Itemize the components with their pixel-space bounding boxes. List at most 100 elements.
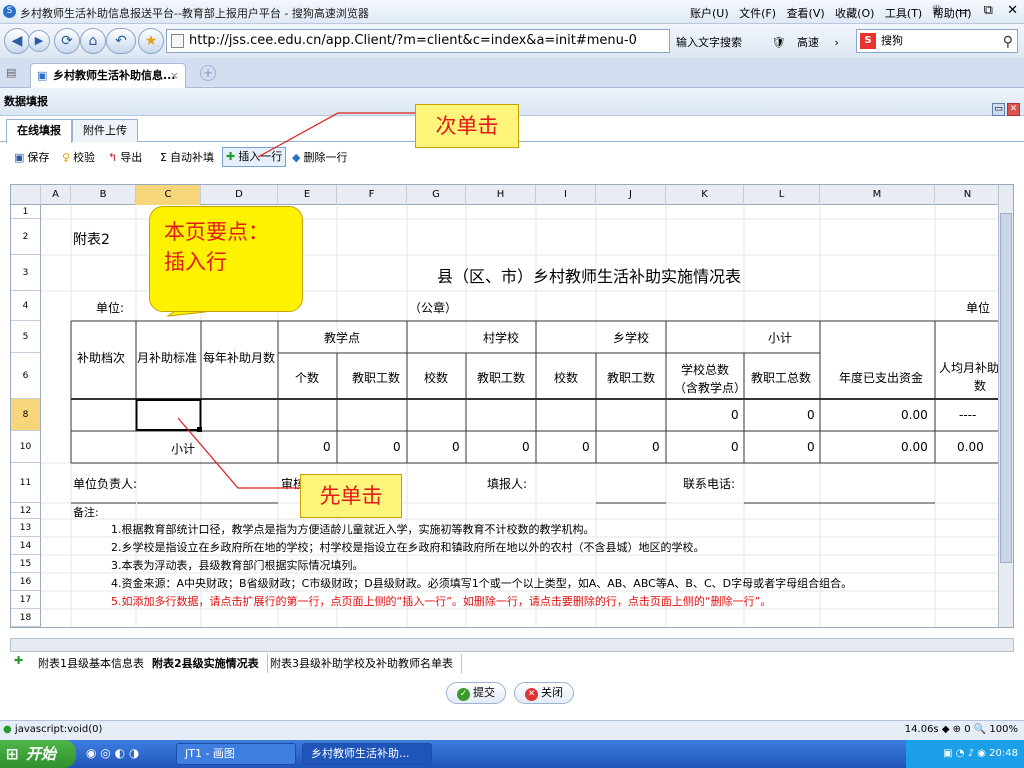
row-header-16[interactable]: 16 [11, 573, 41, 591]
menu-view[interactable]: 查看(V) [787, 7, 825, 20]
minimize-icon[interactable]: — [957, 3, 970, 18]
browser-tab-active[interactable]: ▣ 乡村教师生活补助信息... × [30, 63, 186, 88]
refresh-icon[interactable]: ⟳ [54, 28, 80, 54]
tab-attachment-upload[interactable]: 附件上传 [72, 119, 138, 142]
row-header-18[interactable]: 18 [11, 609, 41, 627]
col-header-b[interactable]: B [71, 185, 136, 205]
hdr-town-school: 乡学校 [613, 331, 650, 345]
menu-favorites[interactable]: 收藏(O) [835, 7, 874, 20]
row-header-2[interactable]: 2 [11, 219, 41, 255]
delete-icon: ◆ [292, 151, 301, 164]
col-header-k[interactable]: K [666, 185, 744, 205]
horizontal-scrollbar[interactable] [10, 638, 1014, 652]
submit-button[interactable]: ✓ 提交 [446, 682, 506, 704]
hdr-yearly-months: 每年补助月数 [203, 351, 276, 365]
tab-online-entry[interactable]: 在线填报 [6, 119, 72, 143]
row-header-4[interactable]: 4 [11, 291, 41, 321]
col-header-d[interactable]: D [201, 185, 278, 205]
r10-h: 0 [522, 440, 530, 454]
col-header-m[interactable]: M [820, 185, 935, 205]
navigation-bar: ◀ ▶ ⟳ ⌂ ↶ ★ http://jss.cee.edu.cn/app.Cl… [0, 24, 1024, 58]
col-header-e[interactable]: E [278, 185, 337, 205]
page-icon [171, 34, 184, 48]
taskbar-item-browser[interactable]: 乡村教师生活补助... [302, 743, 432, 765]
r8-l[interactable]: 0 [807, 408, 815, 422]
col-header-a[interactable]: A [41, 185, 71, 205]
new-tab-icon[interactable]: + [200, 65, 216, 81]
menu-account[interactable]: 账户(U) [690, 7, 729, 20]
export-button[interactable]: ↰ 导出 [108, 149, 142, 165]
autofill-button[interactable]: Σ 自动补填 [160, 149, 214, 165]
skin-icon[interactable]: ♕ [931, 3, 943, 18]
close-icon[interactable]: ✕ [1007, 3, 1018, 18]
insert-row-button[interactable]: ✚ 插入一行 [222, 147, 287, 167]
chevron-right-icon[interactable]: › [834, 36, 838, 49]
taskbar-item-paint[interactable]: JT1 - 画图 [176, 743, 296, 765]
check-button[interactable]: ♀ 校验 [62, 149, 95, 165]
col-header-i[interactable]: I [536, 185, 596, 205]
row-header-14[interactable]: 14 [11, 537, 41, 555]
forward-icon[interactable]: ▶ [28, 30, 50, 52]
row-header-13[interactable]: 13 [11, 519, 41, 537]
search-icon[interactable]: ⚲ [1003, 31, 1013, 53]
menu-file[interactable]: 文件(F) [739, 7, 776, 20]
delete-row-button[interactable]: ◆ 删除一行 [292, 149, 347, 165]
hdr-vs-staff: 教职工数 [477, 371, 526, 385]
nav-extras: 输入文字搜索 🛡 高速 › [676, 34, 839, 50]
r10-n: 0.00 [957, 440, 984, 454]
quicklaunch-icons[interactable]: ◉ ◎ ◐ ◑ [86, 746, 139, 760]
col-header-c[interactable]: C [136, 185, 201, 205]
r8-m[interactable]: 0.00 [901, 408, 928, 422]
sheet-tab-3[interactable]: 附表3县级补助学校及补助教师名单表 [262, 654, 462, 673]
row-header-15[interactable]: 15 [11, 555, 41, 573]
row-header-8[interactable]: 8 [11, 399, 41, 431]
save-button[interactable]: ▣ 保存 [14, 149, 49, 165]
hdr-tp-staff: 教职工数 [352, 371, 401, 385]
note-5: 5.如添加多行数据，请点击扩展行的第一行，点页面上侧的“插入一行”。如删除一行，… [111, 595, 772, 608]
sigma-icon: Σ [160, 151, 167, 164]
row-header-3[interactable]: 3 [11, 255, 41, 291]
callout-second-click: 次单击 [415, 104, 519, 148]
search-placeholder: 搜狗 [881, 34, 903, 47]
col-header-n[interactable]: N [935, 185, 1001, 205]
r8-n[interactable]: ---- [959, 408, 976, 422]
row-header-5[interactable]: 5 [11, 321, 41, 353]
row-header-10[interactable]: 10 [11, 431, 41, 463]
r10-g: 0 [452, 440, 460, 454]
close-button[interactable]: ✕ 关闭 [514, 682, 574, 704]
restore-icon[interactable]: ⧉ [984, 3, 993, 18]
row-header-12[interactable]: 12 [11, 503, 41, 519]
col-header-j[interactable]: J [596, 185, 666, 205]
panel-close-icon[interactable]: ✕ [1007, 103, 1020, 116]
add-sheet-icon[interactable]: ✚ [14, 654, 23, 667]
corner-cell[interactable] [11, 185, 41, 205]
scroll-thumb[interactable] [1000, 213, 1012, 563]
row-header-17[interactable]: 17 [11, 591, 41, 609]
home-icon[interactable]: ⌂ [80, 28, 106, 54]
panel-restore-icon[interactable]: ▭ [992, 103, 1005, 116]
search-input[interactable]: S 搜狗 ⚲ [856, 29, 1018, 53]
vertical-scrollbar[interactable] [998, 185, 1013, 627]
row-header-11[interactable]: 11 [11, 463, 41, 503]
row-header-1[interactable]: 1 [11, 205, 41, 219]
col-header-l[interactable]: L [744, 185, 820, 205]
favorite-star-icon[interactable]: ★ [138, 28, 164, 54]
sheet-tab-1[interactable]: 附表1县级基本信息表 [30, 654, 153, 673]
address-bar[interactable]: http://jss.cee.edu.cn/app.Client/?m=clie… [166, 29, 670, 53]
sidebar-toggle-icon[interactable]: ▤ [6, 66, 16, 79]
tab-close-icon[interactable]: × [170, 64, 179, 87]
sheet-tab-2[interactable]: 附表2县级实施情况表 [144, 654, 268, 673]
r8-k[interactable]: 0 [731, 408, 739, 422]
quick-search-text[interactable]: 输入文字搜索 [676, 36, 742, 49]
row-header-6[interactable]: 6 [11, 353, 41, 399]
tray-icons[interactable]: ▣ ◔ ♪ ◉ [943, 748, 989, 759]
back-icon[interactable]: ◀ [4, 28, 30, 54]
col-header-g[interactable]: G [407, 185, 466, 205]
col-header-h[interactable]: H [466, 185, 536, 205]
undo-close-icon[interactable]: ↶ [106, 28, 136, 54]
start-button[interactable]: ⊞ 开始 [0, 740, 76, 768]
shield-icon[interactable]: 🛡 [772, 36, 786, 49]
col-header-f[interactable]: F [337, 185, 407, 205]
speed-mode[interactable]: 高速 [797, 36, 819, 49]
menu-tools[interactable]: 工具(T) [885, 7, 922, 20]
